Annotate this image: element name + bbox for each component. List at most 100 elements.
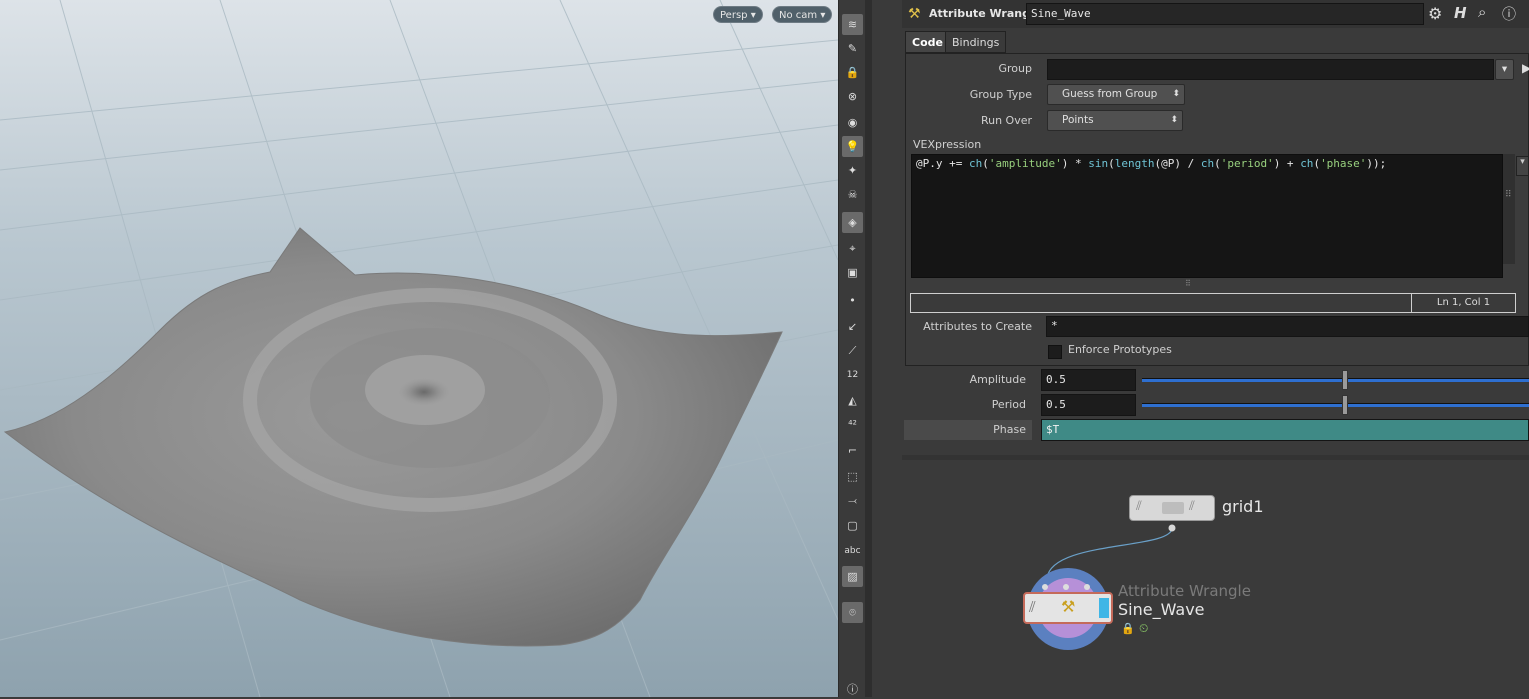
editor-menu-button[interactable]: ▾ [1516, 156, 1529, 176]
group-dropdown-button[interactable]: ▾ [1495, 59, 1514, 80]
tab-bindings-label: Bindings [952, 36, 1000, 49]
wrangle-node[interactable]: ⫽ ⚒ [1023, 592, 1113, 624]
sphere-icon[interactable]: ◉ [842, 112, 863, 133]
code-token: ch [1200, 157, 1215, 170]
pen-icon[interactable]: ✎ [842, 38, 863, 59]
cursor-position: Ln 1, Col 1 [1411, 293, 1516, 313]
period-label: Period [991, 398, 1026, 411]
editor-command-bar[interactable] [910, 293, 1416, 313]
enforce-prototypes-checkbox[interactable] [1048, 345, 1062, 359]
updown-arrow-icon: ⬍ [1172, 89, 1180, 99]
amplitude-value: 0.5 [1046, 373, 1066, 386]
amplitude-field[interactable]: 0.5 [1041, 369, 1136, 391]
pane-gutter [872, 0, 902, 697]
lock-icon: 🔒 [1121, 622, 1135, 635]
group-field[interactable] [1047, 59, 1494, 80]
attributes-to-create-value: * [1051, 319, 1058, 332]
group-type-menu[interactable]: Guess from Group ⬍ [1047, 84, 1185, 105]
wrangle-node-type: Attribute Wrangle [1118, 582, 1251, 600]
code-token: )); [1366, 157, 1387, 170]
point-icon[interactable]: • [842, 290, 863, 311]
snap-icon[interactable]: ⌖ [842, 238, 863, 259]
brush-icon[interactable]: ⟋ [842, 340, 863, 361]
node-type-label: Attribute Wrangle [929, 7, 1042, 20]
camera-icon[interactable]: ▣ [842, 262, 863, 283]
info-icon[interactable]: ⓘ [1502, 4, 1516, 24]
display-flag[interactable] [1099, 598, 1109, 618]
grip-icon: ⠿ [1505, 190, 1512, 200]
chevron-down-icon: ▾ [1520, 157, 1525, 167]
grid-node[interactable]: ⫽ ⫽ [1129, 495, 1215, 521]
tab-code-label: Code [912, 36, 943, 49]
image-icon[interactable]: ▨ [842, 566, 863, 587]
code-token: 'period' [1220, 157, 1274, 170]
amplitude-label: Amplitude [969, 373, 1026, 386]
period-slider-handle[interactable] [1342, 395, 1348, 415]
tab-bindings[interactable]: Bindings [945, 31, 1007, 53]
corner-icon[interactable]: ⌐ [842, 440, 863, 461]
skull-icon[interactable]: ☠ [842, 184, 863, 205]
camera-menu[interactable]: No cam ▾ [772, 6, 833, 23]
amplitude-slider-track[interactable] [1142, 378, 1529, 382]
code-token: 'amplitude' [988, 157, 1062, 170]
grid-node-name[interactable]: grid1 [1222, 497, 1264, 516]
vector-icon[interactable]: ⤙ [842, 490, 863, 511]
period-field[interactable]: 0.5 [1041, 394, 1136, 416]
scene-viewport[interactable]: Persp ▾ No cam ▾ [0, 0, 838, 697]
wrangle-node-icon: ⚒ [1061, 597, 1076, 616]
grid-node-icon [1162, 502, 1184, 514]
node-flag-icon: ⫽ [1136, 499, 1142, 514]
input-connector[interactable] [1084, 584, 1090, 590]
normal-icon[interactable]: ↙ [842, 316, 863, 337]
network-editor[interactable]: ⫽ ⫽ grid1 ⫽ ⚒ Attribute Wrangle Sine_Wav… [902, 460, 1529, 697]
light-icon[interactable]: ✦ [842, 160, 863, 181]
input-connector[interactable] [1042, 584, 1048, 590]
text-icon[interactable]: abc [842, 540, 863, 561]
phase-field[interactable]: $T [1041, 419, 1529, 441]
attributes-to-create-field[interactable]: * [1046, 316, 1529, 337]
code-token: @P.y += [916, 157, 969, 170]
info-icon[interactable]: ⓘ [842, 678, 863, 699]
editor-scrollbar[interactable]: ⠿ [1503, 154, 1515, 264]
resize-handle-icon[interactable]: ⠿ [1185, 279, 1191, 288]
group-type-label: Group Type [969, 88, 1032, 101]
run-over-menu[interactable]: Points ⬍ [1047, 110, 1183, 131]
lock-icon[interactable]: 🔒 [842, 62, 863, 83]
period-slider-track[interactable] [1142, 403, 1529, 407]
bbox-icon[interactable]: ⬚ [842, 466, 863, 487]
pin-icon[interactable]: ⌾ [842, 602, 863, 623]
gear-icon[interactable]: ⚙ [1428, 4, 1442, 23]
node-flag-icon: ⫽ [1029, 598, 1036, 616]
perspective-menu[interactable]: Persp ▾ [713, 6, 763, 23]
node-name-value: Sine_Wave [1031, 7, 1091, 20]
wrangle-node-icon: ⚒ [908, 6, 921, 22]
target-icon[interactable]: ⊗ [842, 86, 863, 107]
pane-splitter[interactable] [865, 0, 872, 697]
vex-code-editor[interactable]: @P.y += ch('amplitude') * sin(length(@P)… [911, 154, 1503, 278]
display-options-icon[interactable]: ≋ [842, 14, 863, 35]
phase-label: Phase [993, 423, 1026, 436]
shading-icon[interactable]: ◈ [842, 212, 863, 233]
node-flag-icon: ⫽ [1189, 499, 1195, 514]
node-name-field[interactable]: Sine_Wave [1026, 3, 1424, 25]
chevron-down-icon: ▾ [1501, 63, 1508, 75]
prim-number-icon[interactable]: ⁴² [842, 414, 863, 435]
select-arrow-icon[interactable]: ▶ [1522, 61, 1529, 75]
tab-code[interactable]: Code [905, 31, 950, 53]
phase-label-cell: Phase [904, 420, 1032, 440]
viewport-scene [0, 0, 838, 697]
help-h-icon[interactable]: H [1454, 4, 1467, 22]
viewport-toolbar: ≋ ✎ 🔒 ⊗ ◉ 💡 ✦ ☠ ◈ ⌖ ▣ • ↙ ⟋ 12 ◭ ⁴² ⌐ ⬚ … [838, 0, 866, 697]
light-bulb-icon[interactable]: 💡 [842, 136, 863, 157]
paint-icon[interactable]: ◭ [842, 390, 863, 411]
wrangle-node-name[interactable]: Sine_Wave [1118, 600, 1205, 619]
amplitude-slider-handle[interactable] [1342, 370, 1348, 390]
period-value: 0.5 [1046, 398, 1066, 411]
input-connector[interactable] [1063, 584, 1069, 590]
search-icon[interactable]: ⌕ [1478, 3, 1486, 21]
point-number-icon[interactable]: 12 [842, 364, 863, 385]
perspective-label: Persp [720, 10, 748, 21]
clock-icon: ⏲ [1139, 621, 1149, 635]
enforce-prototypes-label: Enforce Prototypes [1068, 343, 1172, 356]
box-icon[interactable]: ▢ [842, 515, 863, 536]
